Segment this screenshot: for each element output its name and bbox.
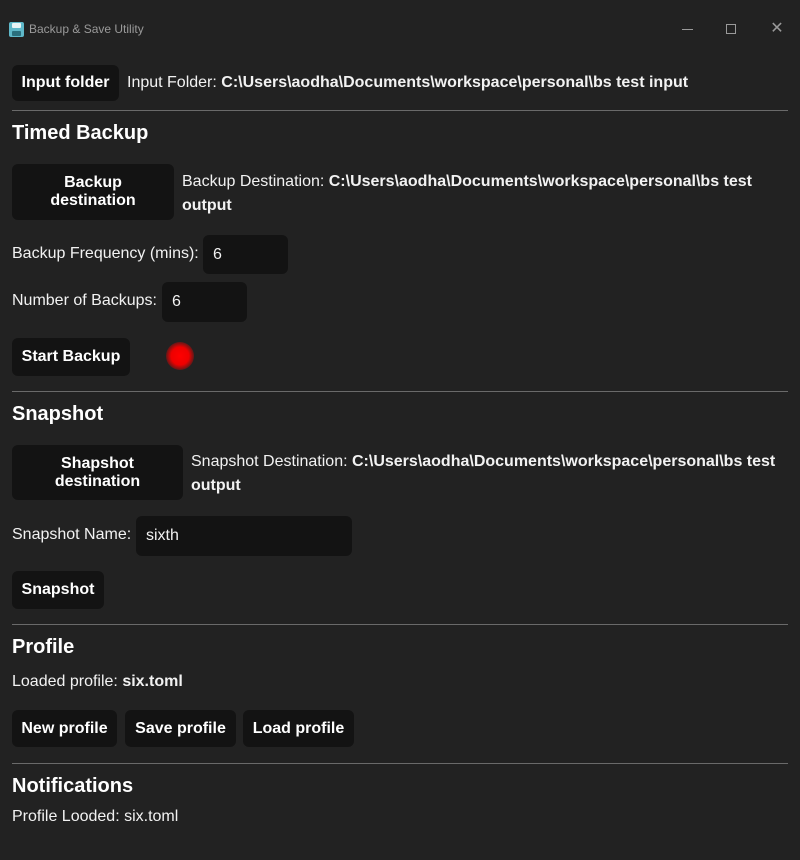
load-profile-button[interactable]: Load profile xyxy=(243,710,354,747)
start-backup-button[interactable]: Start Backup xyxy=(12,338,130,376)
backup-status-indicator xyxy=(166,342,194,370)
close-button[interactable]: ✕ xyxy=(762,14,792,44)
backup-destination-button-line1: Backup xyxy=(64,174,122,191)
snapshot-destination-button-line1: Shapshot xyxy=(61,454,134,472)
snapshot-destination-label: Snapshot Destination: C:\Users\aodha\Doc… xyxy=(191,450,775,498)
input-folder-label: Input Folder: C:\Users\aodha\Documents\w… xyxy=(127,74,688,92)
divider xyxy=(12,624,788,625)
backup-frequency-label: Backup Frequency (mins): xyxy=(12,245,199,262)
divider xyxy=(12,110,788,111)
snapshot-heading: Snapshot xyxy=(12,403,104,425)
backup-destination-label: Backup Destination: C:\Users\aodha\Docum… xyxy=(182,170,752,218)
timed-backup-heading: Timed Backup xyxy=(12,122,149,144)
floppy-disk-icon xyxy=(9,22,24,37)
minimize-icon xyxy=(681,28,693,30)
snapshot-button[interactable]: Snapshot xyxy=(12,571,104,609)
snapshot-destination-path-cont: output xyxy=(191,477,241,494)
close-icon: ✕ xyxy=(770,20,784,37)
snapshot-name-input[interactable]: sixth xyxy=(136,516,352,556)
notifications-heading: Notifications xyxy=(12,775,134,797)
input-folder-prefix: Input Folder: xyxy=(127,74,222,91)
backup-destination-prefix: Backup Destination: xyxy=(182,173,329,190)
loaded-profile-prefix: Loaded profile: xyxy=(12,673,123,690)
window-title: Backup & Save Utility xyxy=(29,22,144,36)
snapshot-name-label: Snapshot Name: xyxy=(12,526,132,543)
input-folder-button[interactable]: Input folder xyxy=(12,65,119,101)
number-of-backups-label: Number of Backups: xyxy=(12,292,157,309)
profile-heading: Profile xyxy=(12,636,75,658)
maximize-button[interactable] xyxy=(716,14,746,44)
minimize-button[interactable] xyxy=(672,14,702,44)
input-folder-path: C:\Users\aodha\Documents\workspace\perso… xyxy=(221,74,689,91)
title-bar: Backup & Save Utility ✕ xyxy=(0,0,800,60)
snapshot-destination-button-line2: destination xyxy=(54,472,141,490)
snapshot-destination-prefix: Snapshot Destination: xyxy=(191,453,352,470)
snapshot-destination-path: C:\Users\aodha\Documents\workspace\perso… xyxy=(352,453,776,470)
notification-message: Profile Looded: six.toml xyxy=(12,808,179,825)
maximize-icon xyxy=(726,24,736,34)
divider xyxy=(12,763,788,764)
save-profile-button[interactable]: Save profile xyxy=(125,710,236,747)
backup-destination-path-cont: output xyxy=(182,197,232,214)
new-profile-button[interactable]: New profile xyxy=(12,710,117,747)
divider xyxy=(12,391,788,392)
backup-destination-button-line2: destination xyxy=(50,192,136,209)
backup-destination-button[interactable]: Backup destination xyxy=(12,164,174,220)
snapshot-destination-button[interactable]: Shapshot destination xyxy=(12,445,183,500)
backup-destination-path: C:\Users\aodha\Documents\workspace\perso… xyxy=(328,173,752,190)
loaded-profile-label: Loaded profile: six.toml xyxy=(12,673,183,691)
loaded-profile-name: six.toml xyxy=(122,673,183,690)
number-of-backups-input[interactable]: 6 xyxy=(162,282,247,322)
backup-frequency-input[interactable]: 6 xyxy=(203,235,288,274)
